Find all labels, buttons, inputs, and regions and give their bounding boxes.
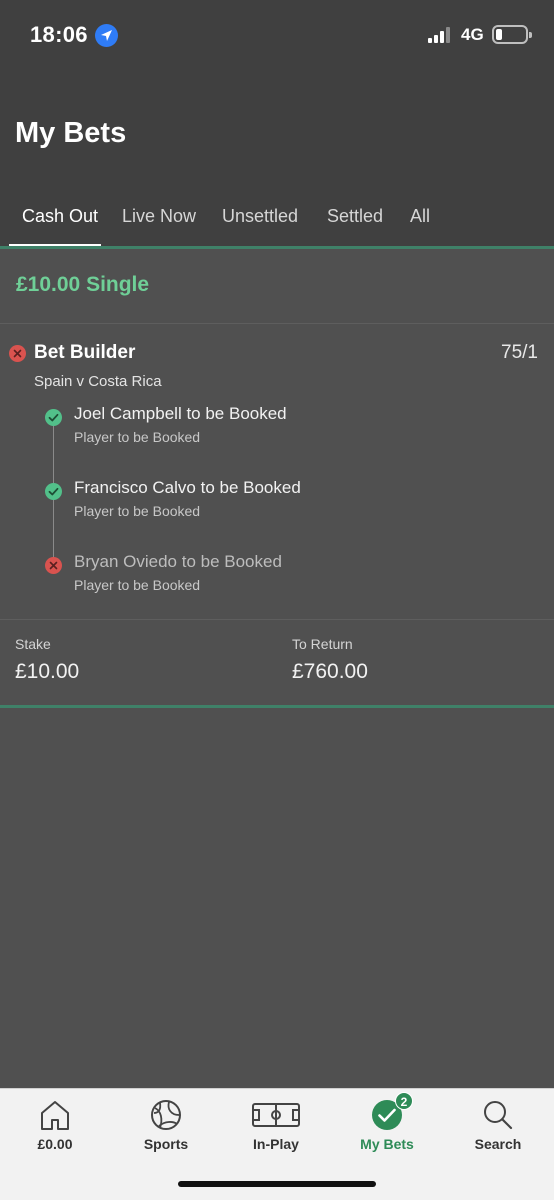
nav-my-bets-label: My Bets — [360, 1136, 414, 1152]
bet-builder-title: Bet Builder — [34, 342, 136, 363]
search-icon — [484, 1101, 513, 1130]
header-divider — [0, 246, 554, 249]
nav-in-play[interactable]: In-Play — [221, 1089, 331, 1169]
leg-title: Joel Campbell to be Booked — [74, 404, 287, 423]
nav-balance[interactable]: £0.00 — [0, 1089, 110, 1169]
leg-market: Player to be Booked — [74, 429, 201, 445]
leg-won-icon — [45, 483, 62, 500]
bet-card-divider — [0, 705, 554, 708]
page-title: My Bets — [15, 117, 127, 149]
header: 18:06 4G My Bets Cash Out Live Now Unset… — [0, 0, 554, 248]
status-time: 18:06 — [30, 22, 88, 47]
stake-label: Stake — [15, 636, 51, 652]
nav-sports-label: Sports — [143, 1136, 189, 1152]
nav-sports[interactable]: Sports — [111, 1089, 221, 1169]
battery-icon — [492, 25, 532, 44]
pitch-icon — [252, 1103, 300, 1127]
leg-market: Player to be Booked — [74, 503, 201, 519]
bottom-navigation: £0.00 Sports In-Play 2 My Bets Search — [0, 1088, 554, 1200]
return-value: £760.00 — [292, 660, 368, 683]
signal-icon — [428, 27, 454, 43]
tab-unsettled[interactable]: Unsettled — [222, 206, 298, 227]
my-bets-count-badge: 2 — [395, 1092, 413, 1110]
ball-icon — [151, 1100, 181, 1130]
bet-tabs: Cash Out Live Now Unsettled Settled All — [0, 196, 554, 248]
tab-settled[interactable]: Settled — [327, 206, 383, 227]
tab-all[interactable]: All — [410, 206, 430, 227]
leg-market: Player to be Booked — [74, 577, 201, 593]
nav-search-label: Search — [474, 1136, 522, 1152]
network-type: 4G — [461, 25, 484, 44]
home-indicator — [178, 1181, 376, 1187]
leg-lost-icon — [45, 557, 62, 574]
divider — [0, 323, 554, 324]
nav-search[interactable]: Search — [443, 1089, 553, 1169]
tab-cash-out[interactable]: Cash Out — [22, 206, 98, 227]
nav-in-play-label: In-Play — [253, 1136, 299, 1152]
leg-title: Francisco Calvo to be Booked — [74, 478, 301, 497]
location-icon — [95, 24, 118, 47]
tab-live-now[interactable]: Live Now — [122, 206, 196, 227]
status-bar: 18:06 4G — [0, 0, 554, 70]
event-name: Spain v Costa Rica — [34, 373, 162, 390]
bet-type-label: £10.00 Single — [16, 273, 150, 296]
nav-my-bets[interactable]: 2 My Bets — [332, 1089, 442, 1169]
bet-lost-icon — [9, 345, 26, 362]
leg-won-icon — [45, 409, 62, 426]
bet-odds: 75/1 — [501, 342, 538, 363]
divider — [0, 619, 554, 620]
nav-balance-label: £0.00 — [37, 1136, 73, 1152]
return-label: To Return — [292, 636, 353, 652]
leg-title: Bryan Oviedo to be Booked — [74, 552, 282, 571]
stake-value: £10.00 — [15, 660, 80, 683]
home-icon — [41, 1101, 69, 1130]
